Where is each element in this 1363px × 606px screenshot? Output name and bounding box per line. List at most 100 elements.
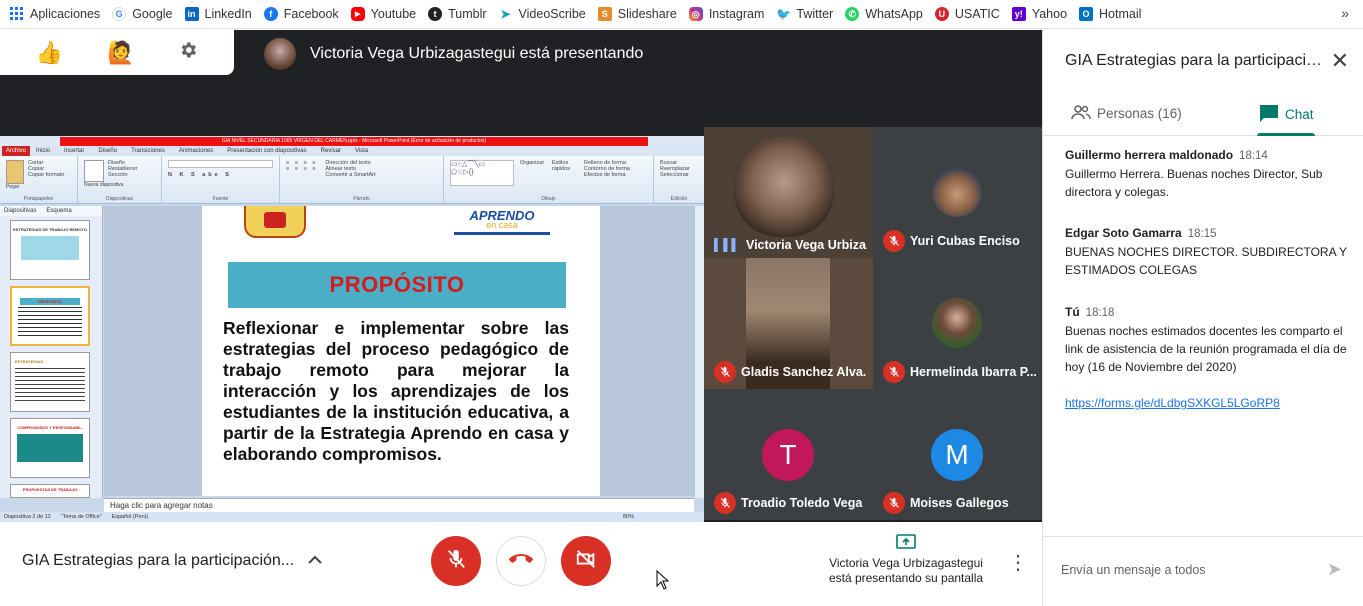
ribbon-item: Copiar formato (28, 172, 65, 178)
leave-call-button[interactable] (496, 536, 546, 586)
gear-icon[interactable] (178, 40, 198, 66)
bookmark-apps[interactable]: Aplicaciones (10, 7, 100, 21)
yahoo-icon: y! (1011, 7, 1026, 21)
thumbs-up-icon[interactable]: 👍 (36, 40, 63, 66)
bookmark-google[interactable]: G Google (112, 7, 173, 21)
participant-name-row: Gladis Sanchez Alva... (714, 361, 867, 383)
chat-message: Guillermo herrera maldonado 18:14 Guiller… (1065, 146, 1350, 201)
slideshare-icon: S (597, 7, 612, 21)
slide-body-text: Reflexionar e implementar sobre las estr… (223, 318, 569, 464)
slide-title-banner: PROPÓSITO (228, 262, 566, 308)
bookmark-slideshare[interactable]: S Slideshare (597, 7, 677, 21)
mic-off-icon (445, 548, 467, 575)
message-text: Buenas noches estimados docentes les com… (1065, 324, 1347, 374)
message-time: 18:18 (1085, 307, 1115, 319)
participant-tile[interactable]: T Troadio Toledo Vega (704, 389, 873, 520)
participant-tile[interactable]: Yuri Cubas Enciso (873, 127, 1042, 258)
presenting-line-1: Victoria Vega Urbizagastegui (829, 556, 983, 570)
slide-thumb-title: ESTRATEGIAS (15, 359, 44, 364)
presenting-line-2: está presentando su pantalla (828, 571, 984, 585)
bookmarks-overflow-button[interactable]: » (1341, 5, 1349, 21)
tab-people[interactable]: Personas (16) (1071, 104, 1182, 123)
reactions-card: 👍 🙋 (0, 30, 234, 75)
message-sender: Tú (1065, 305, 1080, 319)
ribbon-item: Seleccionar (660, 172, 689, 178)
slide-thumb-title: PROPÓSITO (20, 298, 80, 305)
bookmark-usatic[interactable]: U USATIC (934, 7, 1000, 21)
ppt-ribbon: Cortar Copiar Copiar formato Pegar Porta… (0, 156, 704, 204)
participant-tile[interactable]: Gladis Sanchez Alva... (704, 258, 873, 389)
bookmark-label: LinkedIn (204, 7, 252, 21)
chat-compose: Envía un mensaje a todos ➤ (1043, 536, 1363, 606)
participant-name-row: Troadio Toledo Vega (714, 492, 867, 514)
linkedin-icon: in (184, 7, 199, 21)
participant-tile[interactable]: M Moises Gallegos (873, 389, 1042, 520)
bookmark-label: USATIC (954, 7, 1000, 21)
ribbon-item: Sección (108, 172, 128, 178)
ppt-status-zoom: 80% (622, 514, 634, 520)
camera-toggle-button[interactable] (561, 536, 611, 586)
tab-chat[interactable]: Chat (1259, 104, 1314, 125)
side-panel-title: GIA Estrategias para la participació... (1065, 52, 1327, 69)
ribbon-item: Estilos rápidos (552, 160, 571, 172)
bookmark-instagram[interactable]: ◎ Instagram (688, 7, 765, 21)
bookmark-whatsapp[interactable]: ✆ WhatsApp (845, 7, 923, 21)
side-panel-tabs: Personas (16) Chat (1043, 92, 1363, 136)
close-icon[interactable]: ✕ (1331, 48, 1349, 74)
ppt-tab: Transiciones (131, 148, 165, 154)
tab-chat-label: Chat (1285, 107, 1314, 122)
bookmark-youtube[interactable]: ▶ Youtube (350, 7, 416, 21)
chat-message-input[interactable]: Envía un mensaje a todos (1061, 563, 1206, 577)
message-link[interactable]: https://forms.gle/dLdbgSXKGL5LGoRP8 (1065, 396, 1280, 410)
bookmark-hotmail[interactable]: O Hotmail (1079, 7, 1141, 21)
send-icon[interactable]: ➤ (1327, 559, 1342, 580)
bookmark-label: VideoScribe (518, 7, 586, 21)
message-text: BUENAS NOCHES DIRECTOR. SUBDIRECTORA Y E… (1065, 245, 1347, 277)
current-slide: APRENDO en casa PROPÓSITO Reflexionar e … (202, 206, 600, 496)
participant-name-row: Hermelinda Ibarra P... (883, 361, 1036, 383)
bookmark-label: Hotmail (1099, 7, 1142, 21)
slide-thumbnail: 4 COMPROMISOS Y RESPONSABIL. (10, 418, 90, 478)
bookmark-twitter[interactable]: 🐦 Twitter (776, 7, 833, 21)
ribbon-group-editing: Buscar Reemplazar Seleccionar Edición (654, 156, 704, 203)
participant-tile[interactable]: Hermelinda Ibarra P... (873, 258, 1042, 389)
bookmark-label: Yahoo (1031, 7, 1068, 21)
active-tab-indicator (1257, 133, 1315, 136)
slide-thumb-title: PROPUESTAS DE TRABAJO (22, 487, 78, 492)
mic-off-icon (883, 230, 905, 252)
apps-grid-icon (10, 7, 24, 21)
bookmark-videoscribe[interactable]: ➤ VideoScribe (499, 7, 586, 21)
bookmark-label: Instagram (708, 7, 765, 21)
ribbon-group-slides: Diseño Restablecer Sección Nueva diaposi… (78, 156, 162, 203)
ribbon-group-label: Párrafo (353, 196, 370, 202)
slide-thumb-title: COMPROMISOS Y RESPONSABIL. (17, 425, 83, 430)
ppt-notes-pane: Haga clic para agregar notas (104, 498, 694, 512)
tab-people-label: Personas (16) (1097, 106, 1182, 121)
participant-name: Troadio Toledo Vega (741, 496, 863, 510)
ppt-tab: Revisar (320, 148, 341, 154)
bookmark-tumblr[interactable]: t Tumblr (428, 7, 487, 21)
ribbon-group-drawing: ▭○△⌒╲▭ ⬠☆▷{} Organizar Estilos rápidos Re… (444, 156, 654, 203)
bookmark-linkedin[interactable]: in LinkedIn (184, 7, 252, 21)
ppt-tab: Vista (354, 148, 369, 154)
bookmark-facebook[interactable]: f Facebook (263, 7, 339, 21)
youtube-icon: ▶ (350, 7, 365, 21)
more-options-icon[interactable]: ⋮ (1008, 550, 1028, 575)
ppt-ribbon-tabs: Archivo Inicio Insertar Diseño Transicio… (0, 146, 704, 156)
meeting-details-button[interactable]: GIA Estrategias para la participación... (22, 552, 322, 570)
mic-off-icon (714, 361, 736, 383)
chat-message: Edgar Soto Gamarra 18:15 BUENAS NOCHES DI… (1065, 224, 1350, 279)
usatic-icon: U (934, 7, 949, 21)
tumblr-icon: t (428, 7, 443, 21)
mouse-cursor-icon (656, 569, 670, 595)
participant-name-row: Yuri Cubas Enciso (883, 230, 1036, 252)
present-screen-icon (808, 534, 1004, 554)
ppt-slide-canvas: APRENDO en casa PROPÓSITO Reflexionar e … (104, 206, 694, 496)
ribbon-group-paragraph: ≡ ≡ ≡ ≡ ≡ ≡ ≡ ≡ Dirección del texto Aline… (280, 156, 444, 203)
presenting-status[interactable]: Victoria Vega Urbizagastegui está presen… (808, 534, 1004, 586)
bookmark-yahoo[interactable]: y! Yahoo (1011, 7, 1068, 21)
raise-hand-icon[interactable]: 🙋 (107, 40, 134, 66)
microphone-toggle-button[interactable] (431, 536, 481, 586)
school-crest-logo (244, 206, 306, 238)
participant-tile[interactable]: ▍▌▍ Victoria Vega Urbiza... (704, 127, 873, 258)
